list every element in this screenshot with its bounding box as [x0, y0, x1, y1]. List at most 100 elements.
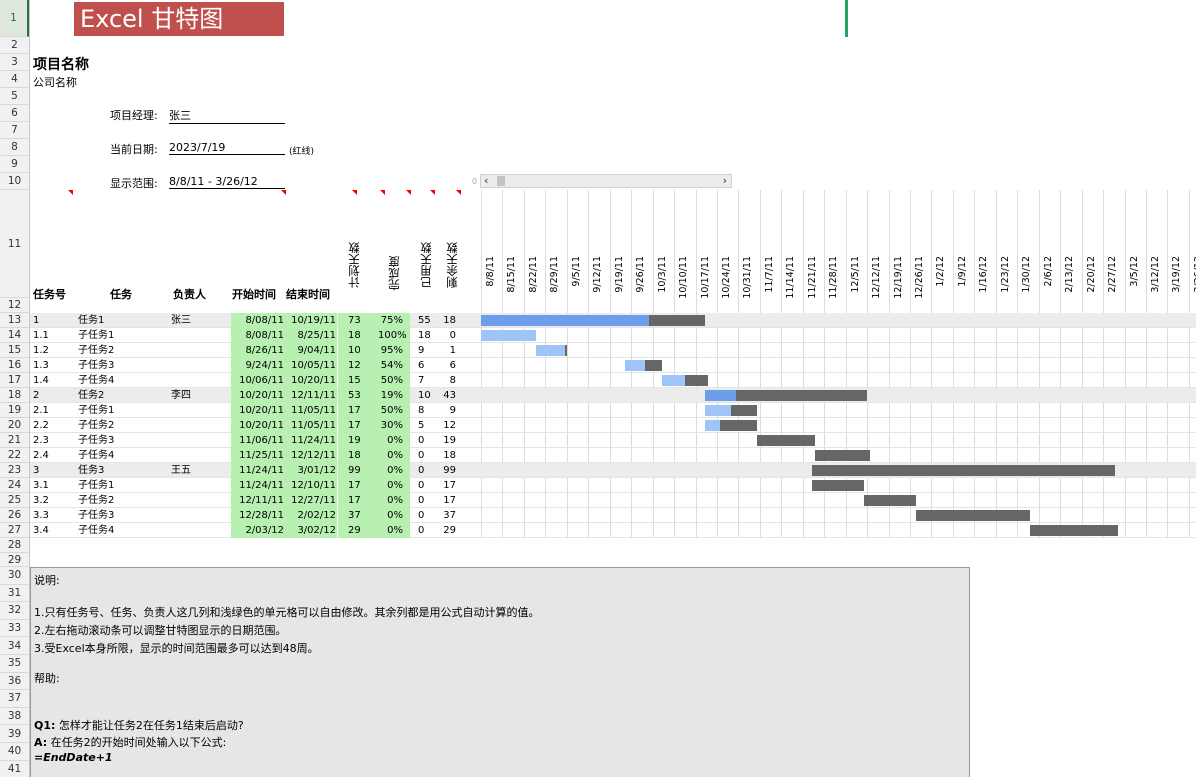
- task-name-cell[interactable]: 任务1: [78, 313, 104, 328]
- remaining-days-cell[interactable]: 6: [442, 358, 456, 373]
- completion-cell[interactable]: 95%: [378, 343, 403, 358]
- row-header[interactable]: 1 2 3 4 5 6 7 8 9 10 11 12 13 14 15 16 17 18 19 20 21 22 23 24 2…: [0, 0, 30, 777]
- start-date-cell[interactable]: 11/24/11: [231, 463, 284, 478]
- row-number[interactable]: 36: [0, 673, 29, 691]
- row-number[interactable]: 28: [0, 538, 29, 553]
- used-days-cell[interactable]: 0: [418, 493, 424, 508]
- used-days-cell[interactable]: 9: [418, 343, 424, 358]
- start-date-cell[interactable]: 11/25/11: [231, 448, 284, 463]
- row-number[interactable]: 21: [0, 433, 29, 448]
- row-number[interactable]: 34: [0, 637, 29, 655]
- row-number[interactable]: 16: [0, 358, 29, 373]
- row-number[interactable]: 37: [0, 690, 29, 708]
- row-number[interactable]: 1: [0, 0, 29, 37]
- row-number[interactable]: 4: [0, 71, 29, 88]
- remaining-days-cell[interactable]: 0: [442, 328, 456, 343]
- completion-cell[interactable]: 30%: [378, 418, 403, 433]
- row-number[interactable]: 13: [0, 313, 29, 328]
- used-days-cell[interactable]: 0: [418, 448, 424, 463]
- planned-days-cell[interactable]: 15: [348, 373, 361, 388]
- row-number[interactable]: 25: [0, 493, 29, 508]
- used-days-cell[interactable]: 55: [418, 313, 431, 328]
- row-number[interactable]: 3: [0, 54, 29, 71]
- planned-days-cell[interactable]: 17: [348, 418, 361, 433]
- project-name[interactable]: 项目名称: [33, 54, 89, 74]
- used-days-cell[interactable]: 5: [418, 418, 424, 433]
- task-name-cell[interactable]: 子任务2: [78, 343, 114, 358]
- remaining-days-cell[interactable]: 18: [442, 448, 456, 463]
- completion-cell[interactable]: 100%: [378, 328, 407, 343]
- end-date-cell[interactable]: 3/02/12: [286, 523, 336, 538]
- used-days-cell[interactable]: 7: [418, 373, 424, 388]
- task-no-cell[interactable]: 3.3: [33, 508, 49, 523]
- used-days-cell[interactable]: 8: [418, 403, 424, 418]
- start-date-cell[interactable]: 8/26/11: [231, 343, 284, 358]
- row-number[interactable]: 6: [0, 105, 29, 122]
- task-name-cell[interactable]: 子任务1: [78, 403, 114, 418]
- completion-cell[interactable]: 0%: [378, 523, 403, 538]
- range-value[interactable]: 8/8/11 - 3/26/12: [169, 175, 285, 189]
- planned-days-cell[interactable]: 17: [348, 478, 361, 493]
- end-date-cell[interactable]: 12/10/11: [286, 478, 336, 493]
- task-no-cell[interactable]: 3.4: [33, 523, 49, 538]
- planned-days-cell[interactable]: 29: [348, 523, 361, 538]
- row-number[interactable]: 39: [0, 725, 29, 743]
- remaining-days-cell[interactable]: 99: [442, 463, 456, 478]
- planned-days-cell[interactable]: 99: [348, 463, 361, 478]
- remaining-days-cell[interactable]: 9: [442, 403, 456, 418]
- completion-cell[interactable]: 0%: [378, 508, 403, 523]
- task-name-cell[interactable]: 子任务2: [78, 493, 114, 508]
- planned-days-cell[interactable]: 17: [348, 493, 361, 508]
- start-date-cell[interactable]: 10/20/11: [231, 403, 284, 418]
- row-number[interactable]: 19: [0, 403, 29, 418]
- row-number[interactable]: 7: [0, 122, 29, 139]
- task-no-cell[interactable]: 1.3: [33, 358, 49, 373]
- row-number[interactable]: 23: [0, 463, 29, 478]
- planned-days-cell[interactable]: 19: [348, 433, 361, 448]
- used-days-cell[interactable]: 0: [418, 433, 424, 448]
- row-number[interactable]: 2: [0, 37, 29, 54]
- row-number[interactable]: 41: [0, 761, 29, 777]
- row-number[interactable]: 33: [0, 620, 29, 638]
- planned-days-cell[interactable]: 18: [348, 328, 361, 343]
- task-name-cell[interactable]: 子任务3: [78, 433, 114, 448]
- used-days-cell[interactable]: 0: [418, 463, 424, 478]
- row-number[interactable]: 35: [0, 655, 29, 673]
- task-name-cell[interactable]: 子任务2: [78, 418, 114, 433]
- remaining-days-cell[interactable]: 1: [442, 343, 456, 358]
- scroll-right-arrow[interactable]: ›: [723, 174, 727, 187]
- completion-cell[interactable]: 0%: [378, 493, 403, 508]
- start-date-cell[interactable]: 10/20/11: [231, 418, 284, 433]
- end-date-cell[interactable]: 11/05/11: [286, 403, 336, 418]
- start-date-cell[interactable]: 8/08/11: [231, 313, 284, 328]
- row-number[interactable]: 20: [0, 418, 29, 433]
- task-name-cell[interactable]: 子任务4: [78, 373, 114, 388]
- used-days-cell[interactable]: 0: [418, 478, 424, 493]
- remaining-days-cell[interactable]: 29: [442, 523, 456, 538]
- remaining-days-cell[interactable]: 43: [442, 388, 456, 403]
- start-date-cell[interactable]: 10/20/11: [231, 388, 284, 403]
- end-date-cell[interactable]: 10/05/11: [286, 358, 336, 373]
- task-no-cell[interactable]: 3: [33, 463, 39, 478]
- completion-cell[interactable]: 0%: [378, 463, 403, 478]
- start-date-cell[interactable]: 8/08/11: [231, 328, 284, 343]
- planned-days-cell[interactable]: 12: [348, 358, 361, 373]
- row-number[interactable]: 32: [0, 602, 29, 620]
- row-number[interactable]: 29: [0, 553, 29, 567]
- start-date-cell[interactable]: 11/06/11: [231, 433, 284, 448]
- owner-cell[interactable]: 张三: [171, 313, 191, 328]
- task-no-cell[interactable]: 1.2: [33, 343, 49, 358]
- start-date-cell[interactable]: 10/06/11: [231, 373, 284, 388]
- task-name-cell[interactable]: 子任务1: [78, 328, 114, 343]
- completion-cell[interactable]: 0%: [378, 478, 403, 493]
- task-no-cell[interactable]: 2.2: [33, 418, 49, 433]
- task-name-cell[interactable]: 子任务1: [78, 478, 114, 493]
- start-date-cell[interactable]: 2/03/12: [231, 523, 284, 538]
- end-date-cell[interactable]: 10/19/11: [286, 313, 336, 328]
- row-number[interactable]: 24: [0, 478, 29, 493]
- planned-days-cell[interactable]: 18: [348, 448, 361, 463]
- remaining-days-cell[interactable]: 8: [442, 373, 456, 388]
- completion-cell[interactable]: 50%: [378, 403, 403, 418]
- owner-cell[interactable]: 王五: [171, 463, 191, 478]
- end-date-cell[interactable]: 10/20/11: [286, 373, 336, 388]
